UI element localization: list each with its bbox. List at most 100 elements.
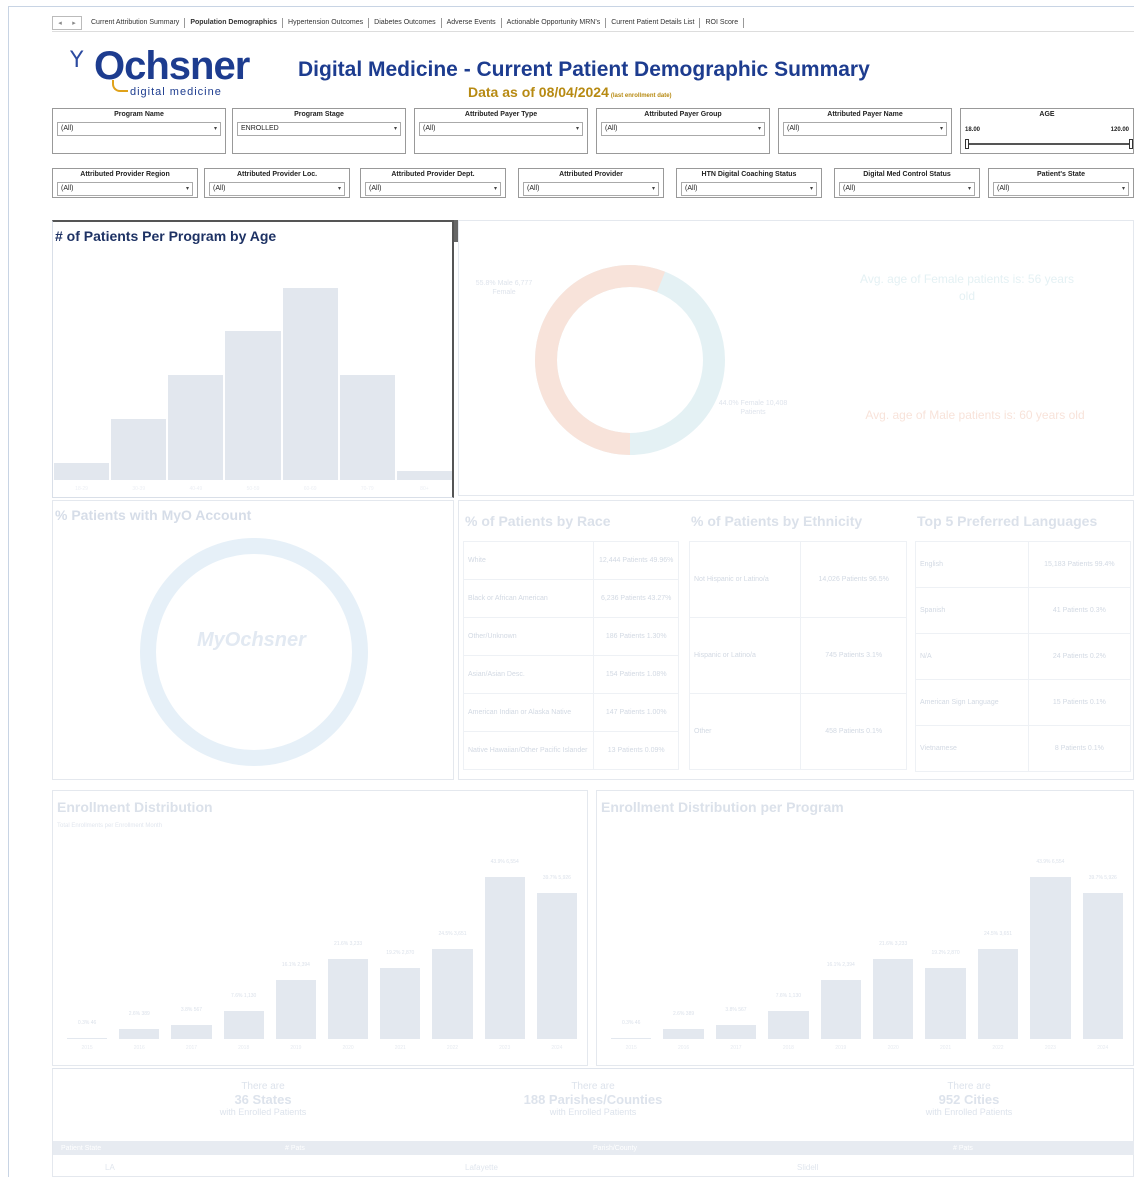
- attributed-provider-dropdown[interactable]: (All) ▾: [523, 182, 659, 196]
- chevron-down-icon[interactable]: ▾: [338, 183, 341, 195]
- page-title: Digital Medicine - Current Patient Demog…: [298, 58, 870, 81]
- htn-digital-coaching-status-filter[interactable]: HTN Digital Coaching Status (All) ▾: [676, 168, 822, 198]
- age-bar: [168, 375, 224, 480]
- enrollment_program-bar: [820, 979, 861, 1039]
- tab-roi-score[interactable]: ROI Score: [700, 17, 745, 28]
- attributed-payer-group-dropdown[interactable]: (All) ▾: [601, 122, 765, 136]
- attributed-provider-region-filter[interactable]: Attributed Provider Region (All) ▾: [52, 168, 198, 198]
- chevron-down-icon[interactable]: ▾: [494, 183, 497, 195]
- enrollment-tick-label: 2023: [499, 1045, 511, 1051]
- patient-s-state-filter[interactable]: Patient's State (All) ▾: [988, 168, 1134, 198]
- tab-actionable-opportunity[interactable]: Actionable Opportunity MRN's: [502, 17, 607, 28]
- enrollment_program-data-label: 16.1% 2,394: [826, 961, 855, 968]
- attributed-provider-loc--value: (All): [213, 185, 226, 192]
- attributed-payer-name-filter[interactable]: Attributed Payer Name (All) ▾: [778, 108, 952, 154]
- tab-hypertension-outcomes[interactable]: Hypertension Outcomes: [283, 17, 370, 28]
- chevron-down-icon[interactable]: ▾: [214, 123, 217, 135]
- age-slider-min-handle[interactable]: [965, 139, 969, 149]
- age-filter[interactable]: AGE 18.00 120.00: [960, 108, 1134, 154]
- chevron-down-icon[interactable]: ▾: [940, 123, 943, 135]
- tab-nav-buttons[interactable]: ◂ ▸: [52, 15, 82, 30]
- chevron-down-icon[interactable]: ▾: [810, 183, 813, 195]
- program-name-filter-label: Program Name: [114, 111, 164, 118]
- languages-row: English 15,183 Patients 99.4%: [915, 541, 1132, 588]
- chevron-down-icon[interactable]: ▾: [968, 183, 971, 195]
- avg-age-female: Avg. age of Female patients is: 56 years…: [860, 272, 1074, 303]
- tab-current-attribution-summary[interactable]: Current Attribution Summary: [86, 17, 186, 28]
- languages-value: 15,183 Patients 99.4%: [1027, 541, 1132, 588]
- enrollment-tick-label: 2016: [133, 1045, 145, 1051]
- digital-med-control-status-dropdown[interactable]: (All) ▾: [839, 182, 975, 196]
- digital-med-control-status-value: (All): [843, 185, 856, 192]
- attributed-payer-name-filter-label: Attributed Payer Name: [827, 111, 903, 118]
- languages-label: English: [915, 541, 1029, 588]
- race-row: American Indian or Alaska Native 147 Pati…: [462, 693, 679, 732]
- program-name-dropdown[interactable]: (All) ▾: [57, 122, 221, 136]
- chevron-down-icon[interactable]: ▾: [758, 123, 761, 135]
- languages-table: English 15,183 Patients 99.4% Spanish 41 Pa…: [915, 541, 1132, 772]
- htn-digital-coaching-status-dropdown[interactable]: (All) ▾: [681, 182, 817, 196]
- chevron-down-icon[interactable]: ▾: [652, 183, 655, 195]
- age-slider-max-handle[interactable]: [1129, 139, 1133, 149]
- ethnicity-value: 14,026 Patients 96.5%: [800, 541, 907, 618]
- program-stage-dropdown[interactable]: ENROLLED ▾: [237, 122, 401, 136]
- age-bar: [339, 375, 395, 480]
- chevron-down-icon[interactable]: ▾: [394, 123, 397, 135]
- enrollment-per-program-panel: Enrollment Distribution per Program 0.3%…: [596, 790, 1134, 1066]
- enrollment_program-bar: [1082, 892, 1123, 1039]
- prev-tab-icon[interactable]: ◂: [58, 19, 62, 27]
- next-tab-icon[interactable]: ▸: [72, 19, 76, 27]
- age-tick-label: 40-49: [189, 486, 203, 492]
- attributed-payer-type-filter[interactable]: Attributed Payer Type (All) ▾: [414, 108, 588, 154]
- enrollment_program-data-label: 2.6% 389: [673, 1011, 695, 1018]
- attributed-provider-region-filter-label: Attributed Provider Region: [80, 171, 170, 178]
- age-bar: [225, 331, 281, 480]
- attributed-payer-name-dropdown[interactable]: (All) ▾: [783, 122, 947, 136]
- patient-s-state-dropdown[interactable]: (All) ▾: [993, 182, 1129, 196]
- chevron-down-icon[interactable]: ▾: [576, 123, 579, 135]
- chevron-down-icon[interactable]: ▾: [186, 183, 189, 195]
- attributed-provider-dept--filter[interactable]: Attributed Provider Dept. (All) ▾: [360, 168, 506, 198]
- age-slider-track[interactable]: [965, 143, 1129, 145]
- age-range-values: 18.00 120.00: [961, 121, 1133, 133]
- count-value: 36 States: [234, 1092, 292, 1107]
- tab-current-patient-details[interactable]: Current Patient Details List: [606, 17, 701, 28]
- myo-donut: [140, 538, 368, 766]
- tab-diabetes-outcomes[interactable]: Diabetes Outcomes: [369, 17, 442, 28]
- race-row: Asian/Asian Desc. 154 Patients 1.08%: [462, 655, 679, 694]
- attributed-provider-filter[interactable]: Attributed Provider (All) ▾: [518, 168, 664, 198]
- chevron-down-icon[interactable]: ▾: [1122, 183, 1125, 195]
- age-bar: [396, 471, 452, 480]
- attributed-provider-region-dropdown[interactable]: (All) ▾: [57, 182, 193, 196]
- enrollment_program-data-label: 0.3% 46: [622, 1019, 641, 1026]
- attributed-payer-type-dropdown[interactable]: (All) ▾: [419, 122, 583, 136]
- race-label: Native Hawaiian/Other Pacific Islander: [462, 731, 595, 770]
- attributed-payer-type-value: (All): [423, 125, 436, 132]
- age-tick-label: 18-29: [75, 486, 88, 492]
- enrollment-tick-label: 2021: [394, 1045, 406, 1051]
- attributed-payer-group-filter[interactable]: Attributed Payer Group (All) ▾: [596, 108, 770, 154]
- attributed-provider-loc--filter[interactable]: Attributed Provider Loc. (All) ▾: [204, 168, 350, 198]
- enrollment_program-data-label: 7.6% 1,130: [775, 992, 802, 999]
- attributed-provider-dept--dropdown[interactable]: (All) ▾: [365, 182, 501, 196]
- languages-row: Spanish 41 Patients 0.3%: [915, 587, 1132, 634]
- patients-by-age-panel: # of Patients Per Program by Age 18-29 30…: [52, 220, 454, 498]
- tab-population-demographics[interactable]: Population Demographics: [185, 17, 284, 28]
- race-label: White: [462, 541, 595, 580]
- age-bar: [282, 287, 338, 480]
- tab-adverse-events[interactable]: Adverse Events: [442, 17, 502, 28]
- enrollment-bar: [171, 1024, 212, 1039]
- digital-med-control-status-filter[interactable]: Digital Med Control Status (All) ▾: [834, 168, 980, 198]
- ethnicity-value: 458 Patients 0.1%: [800, 693, 907, 770]
- enrollment_program-tick-label: 2019: [835, 1045, 847, 1051]
- languages-title: Top 5 Preferred Languages: [917, 513, 1098, 529]
- enrollment-bar: [223, 1010, 264, 1039]
- age-bar: [54, 462, 110, 480]
- program-name-filter[interactable]: Program Name (All) ▾: [52, 108, 226, 154]
- enrollment_program-tick-label: 2020: [887, 1045, 899, 1051]
- myochsner-logo: MyOchsner: [197, 629, 306, 651]
- count-post: with Enrolled Patients: [219, 1107, 307, 1117]
- count-post: with Enrolled Patients: [549, 1107, 637, 1117]
- attributed-provider-loc--dropdown[interactable]: (All) ▾: [209, 182, 345, 196]
- program-stage-filter[interactable]: Program Stage ENROLLED ▾: [232, 108, 406, 154]
